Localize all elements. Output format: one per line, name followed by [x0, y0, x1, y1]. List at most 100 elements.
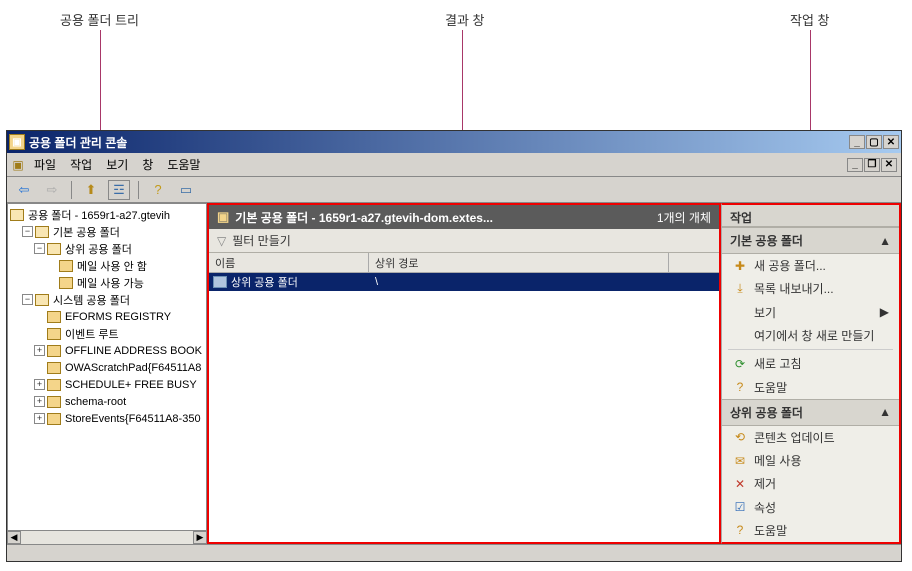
expand-icon[interactable]: +: [34, 413, 45, 424]
tree-schema[interactable]: +schema-root: [34, 393, 204, 410]
column-path[interactable]: 상위 경로: [369, 253, 669, 272]
view-mode-button[interactable]: ▭: [175, 180, 197, 200]
diagram-label-result: 결과 창: [445, 10, 485, 29]
folder-tree-pane: 공용 폴더 - 1659r1-a27.gtevih −기본 공용 폴더 −상위 …: [7, 203, 207, 544]
action-help[interactable]: ?도움말: [722, 375, 899, 398]
action-new-window[interactable]: 여기에서 창 새로 만들기: [722, 324, 899, 347]
menubar: ▣ 파일 작업 보기 창 도움말 _ ❐ ✕: [7, 153, 901, 177]
collapse-icon[interactable]: −: [22, 294, 33, 305]
window-title: 공용 폴더 관리 콘솔: [29, 134, 849, 151]
diagram-line: [810, 30, 811, 130]
action-mail-enable[interactable]: ✉메일 사용: [722, 449, 899, 472]
folder-icon: [47, 396, 61, 408]
doc-minimize-button[interactable]: _: [847, 158, 863, 172]
object-count: 1개의 개체: [657, 209, 711, 226]
minimize-button[interactable]: _: [849, 135, 865, 149]
menu-help[interactable]: 도움말: [160, 153, 207, 176]
close-button[interactable]: ✕: [883, 135, 899, 149]
expand-icon[interactable]: +: [34, 379, 45, 390]
submenu-arrow-icon: ▶: [880, 305, 889, 319]
filter-bar[interactable]: ▽ 필터 만들기: [209, 229, 719, 253]
tree-root[interactable]: 공용 폴더 - 1659r1-a27.gtevih: [10, 206, 204, 223]
new-folder-icon: ✚: [732, 259, 748, 273]
action-view[interactable]: 보기▶: [722, 301, 899, 324]
forward-button[interactable]: ⇨: [41, 180, 63, 200]
tree-eforms[interactable]: EFORMS REGISTRY: [34, 308, 204, 325]
folder-icon: [47, 311, 61, 323]
menu-window[interactable]: 창: [135, 153, 160, 176]
titlebar: ▣ 공용 폴더 관리 콘솔 _ ▢ ✕: [7, 131, 901, 153]
folder-icon: [213, 276, 227, 288]
tree-oab[interactable]: +OFFLINE ADDRESS BOOK: [34, 342, 204, 359]
mail-icon: ✉: [732, 454, 748, 468]
menu-view[interactable]: 보기: [99, 153, 135, 176]
doc-close-button[interactable]: ✕: [881, 158, 897, 172]
tree-upper[interactable]: −상위 공용 폴더: [34, 240, 204, 257]
scroll-left-button[interactable]: ◀: [7, 531, 21, 544]
toolbar: ⇦ ⇨ ⬆ ☲ ? ▭: [7, 177, 901, 203]
folder-icon: [35, 226, 49, 238]
folder-icon: [59, 260, 73, 272]
tree-mail-disabled[interactable]: 메일 사용 안 함: [46, 257, 204, 274]
scroll-right-button[interactable]: ▶: [193, 531, 207, 544]
tree-mail-enabled[interactable]: 메일 사용 가능: [46, 274, 204, 291]
action-export-list[interactable]: ⤓목록 내보내기...: [722, 277, 899, 300]
filter-label: 필터 만들기: [232, 232, 291, 249]
folder-icon: [47, 379, 61, 391]
remove-icon: ✕: [732, 477, 748, 491]
tree-store[interactable]: +StoreEvents{F64511A8-350: [34, 410, 204, 427]
actions-section-upper[interactable]: 상위 공용 폴더▲: [722, 399, 899, 426]
folder-icon: [47, 362, 61, 374]
folder-icon: [35, 294, 49, 306]
menu-file[interactable]: 파일: [27, 153, 63, 176]
folder-icon: ▣: [217, 209, 229, 225]
back-button[interactable]: ⇦: [13, 180, 35, 200]
action-remove[interactable]: ✕제거: [722, 472, 899, 495]
show-tree-button[interactable]: ☲: [108, 180, 130, 200]
expand-icon[interactable]: +: [34, 345, 45, 356]
actions-header: 작업: [722, 205, 899, 227]
filter-icon: ▽: [217, 234, 226, 248]
maximize-button[interactable]: ▢: [866, 135, 882, 149]
collapse-icon: ▲: [879, 405, 891, 419]
action-refresh[interactable]: ⟳새로 고침: [722, 352, 899, 375]
actions-section-basic[interactable]: 기본 공용 폴더▲: [722, 227, 899, 254]
folder-icon: [59, 277, 73, 289]
export-icon: ⤓: [732, 281, 748, 296]
tree-basic[interactable]: −기본 공용 폴더: [22, 223, 204, 240]
tree-owa[interactable]: OWAScratchPad{F64511A8: [34, 359, 204, 376]
refresh-icon: ⟳: [732, 357, 748, 371]
help-button[interactable]: ?: [147, 180, 169, 200]
collapse-icon[interactable]: −: [22, 226, 33, 237]
action-properties[interactable]: ☑속성: [722, 496, 899, 519]
diagram-line: [100, 30, 101, 130]
list-item[interactable]: 상위 공용 폴더 \: [209, 273, 719, 291]
help-icon: ?: [732, 523, 748, 537]
action-update-content[interactable]: ⟲콘텐츠 업데이트: [722, 426, 899, 449]
update-icon: ⟲: [732, 430, 748, 444]
column-headers: 이름 상위 경로: [209, 253, 719, 273]
folder-icon: [47, 243, 61, 255]
collapse-icon[interactable]: −: [34, 243, 45, 254]
result-header: ▣ 기본 공용 폴더 - 1659r1-a27.gtevih-dom.extes…: [209, 205, 719, 229]
main-window: ▣ 공용 폴더 관리 콘솔 _ ▢ ✕ ▣ 파일 작업 보기 창 도움말 _ ❐…: [6, 130, 902, 562]
help-icon: ?: [732, 380, 748, 394]
scroll-track[interactable]: [21, 531, 193, 544]
diagram-label-actions: 작업 창: [790, 10, 830, 29]
tree-event-root[interactable]: 이벤트 루트: [34, 325, 204, 342]
diagram-line: [462, 30, 463, 130]
horizontal-scrollbar[interactable]: ◀ ▶: [7, 530, 207, 544]
diagram-label-tree: 공용 폴더 트리: [60, 10, 139, 29]
action-new-folder[interactable]: ✚새 공용 폴더...: [722, 254, 899, 277]
menu-action[interactable]: 작업: [63, 153, 99, 176]
collapse-icon: ▲: [879, 234, 891, 248]
expand-icon[interactable]: +: [34, 396, 45, 407]
action-help2[interactable]: ?도움말: [722, 519, 899, 542]
menu-folder-icon: ▣: [9, 153, 27, 176]
up-folder-button[interactable]: ⬆: [80, 180, 102, 200]
column-name[interactable]: 이름: [209, 253, 369, 272]
doc-restore-button[interactable]: ❐: [864, 158, 880, 172]
tree-sched[interactable]: +SCHEDULE+ FREE BUSY: [34, 376, 204, 393]
tree-system[interactable]: −시스템 공용 폴더: [22, 291, 204, 308]
app-icon: ▣: [9, 134, 25, 150]
